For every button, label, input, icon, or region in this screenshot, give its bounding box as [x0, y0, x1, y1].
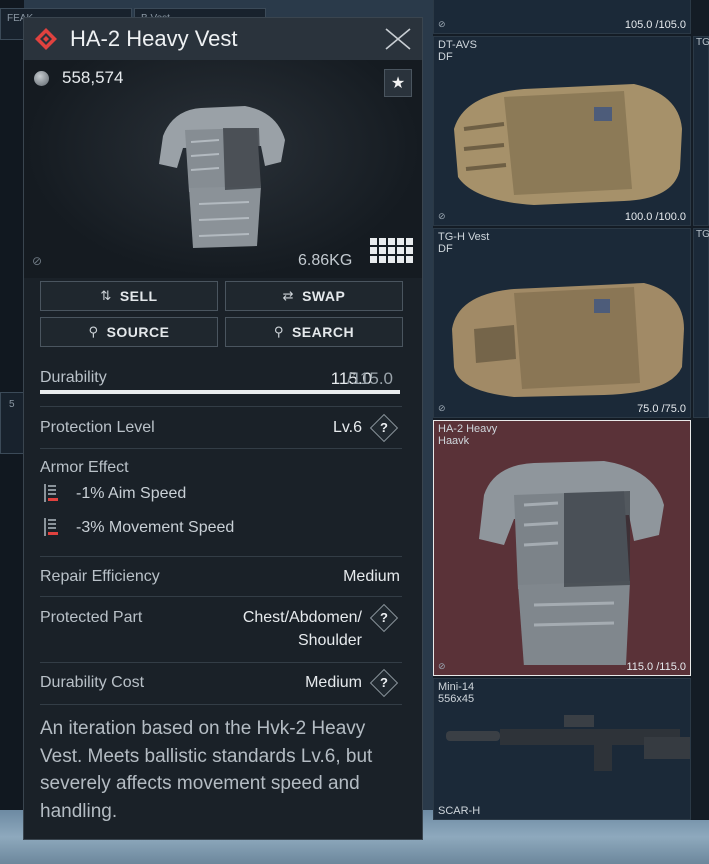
- inventory-item[interactable]: Mini-14 556x45 SCAR-H: [433, 678, 691, 820]
- protection-level-value: Lv.6: [332, 419, 362, 436]
- vest-thumbnail: [454, 84, 682, 205]
- durability-bar: [40, 390, 400, 394]
- divider: [40, 596, 402, 597]
- armor-effect-label: Armor Effect: [40, 459, 129, 476]
- divider: [40, 556, 402, 557]
- durability-label: Durability: [40, 369, 107, 386]
- inventory-item[interactable]: TG-H Vest DF ⊘ 75.0 /75.0: [433, 228, 691, 418]
- debuff-bars-icon: [44, 484, 58, 502]
- debuff-bars-icon: [44, 518, 58, 536]
- divider: [40, 406, 402, 407]
- edge-item-label: TG: [696, 229, 709, 240]
- background-count: 5: [9, 399, 15, 410]
- panel-header: HA-2 Heavy Vest: [24, 18, 422, 60]
- favorite-button[interactable]: ★: [384, 69, 412, 97]
- item-description: An iteration based on the Hvk-2 Heavy Ve…: [40, 718, 373, 822]
- inventory-edge-item[interactable]: TG: [693, 228, 709, 418]
- help-button[interactable]: ?: [369, 668, 399, 698]
- inventory-item[interactable]: DT-AVS DF ⊘ 100.0 /100.0: [433, 36, 691, 226]
- repair-efficiency-value: Medium: [343, 568, 400, 585]
- item-durability: 100.0 /100.0: [624, 211, 686, 223]
- armor-effect-item: -3% Movement Speed: [76, 519, 235, 536]
- close-icon[interactable]: [384, 25, 412, 53]
- coin-icon: [34, 71, 49, 86]
- item-name: TG-H Vest DF: [438, 231, 490, 255]
- help-button[interactable]: ?: [369, 603, 399, 633]
- heavy-vest-image: [159, 106, 285, 248]
- divider: [40, 704, 402, 705]
- magnifier-icon: ⚲: [273, 324, 284, 339]
- rifle-thumbnail: [446, 715, 690, 771]
- help-button[interactable]: ?: [369, 413, 399, 443]
- inventory-item-selected[interactable]: HA-2 Heavy Haavk ⊘ 115.0 /115.0: [433, 420, 691, 676]
- hide-icon: ⊘: [438, 661, 446, 671]
- durability-cost-label: Durability Cost: [40, 674, 145, 691]
- item-name: DT-AVS DF: [438, 39, 477, 63]
- red-diamond-icon: [35, 28, 57, 50]
- item-durability: 75.0 /75.0: [637, 403, 686, 415]
- divider: [40, 448, 402, 449]
- heavy-vest-thumbnail: [479, 461, 664, 665]
- item-title: HA-2 Heavy Vest: [70, 26, 238, 51]
- item-weight: 6.86KG: [298, 252, 353, 269]
- swap-button[interactable]: ⇄ SWAP: [225, 281, 403, 311]
- inventory-edge-item[interactable]: TG: [693, 36, 709, 226]
- item-detail-panel: HA-2 Heavy Vest 558,574 ★ ⊘ 6.86KG ⇅ SEL…: [23, 17, 423, 840]
- source-button[interactable]: ⚲ SOURCE: [40, 317, 218, 347]
- inventory-item[interactable]: ⊘ 105.0 /105.0: [433, 0, 691, 34]
- divider: [40, 662, 402, 663]
- protection-level-label: Protection Level: [40, 419, 155, 436]
- hide-icon: ⊘: [438, 403, 446, 413]
- sell-label: SELL: [119, 288, 158, 304]
- item-preview: 558,574 ★ ⊘ 6.86KG: [24, 60, 422, 278]
- swap-icon: ⇄: [282, 288, 295, 303]
- item-durability: 115.0 /115.0: [626, 661, 686, 673]
- star-icon: ★: [390, 75, 406, 92]
- repair-efficiency-label: Repair Efficiency: [40, 568, 160, 585]
- swap-label: SWAP: [302, 288, 346, 304]
- item-name: SCAR-H: [438, 805, 481, 817]
- durability-bar-fill: [40, 390, 400, 394]
- search-button[interactable]: ⚲ SEARCH: [225, 317, 403, 347]
- protected-part-value-line1: Chest/Abdomen/: [242, 609, 362, 626]
- hide-icon: ⊘: [438, 19, 446, 29]
- item-price: 558,574: [62, 68, 124, 87]
- grid-size-icon: [370, 238, 413, 263]
- magnifier-icon: ⚲: [88, 324, 99, 339]
- search-label: SEARCH: [291, 324, 355, 340]
- armor-effect-item: -1% Aim Speed: [76, 485, 187, 502]
- question-icon: ?: [380, 610, 388, 625]
- sell-icon: ⇅: [100, 288, 112, 303]
- question-icon: ?: [380, 675, 388, 690]
- item-name: Mini-14 556x45: [438, 681, 475, 705]
- question-icon: ?: [380, 420, 388, 435]
- edge-item-label: TG: [696, 37, 709, 48]
- hide-icon: ⊘: [438, 211, 446, 221]
- sell-button[interactable]: ⇅ SELL: [40, 281, 218, 311]
- inventory-grid: ⊘ 105.0 /105.0 DT-AVS DF ⊘ 100.0 /100.0 …: [433, 0, 709, 820]
- protected-part-value-line2: Shoulder: [297, 632, 362, 649]
- durability-max: /115.0: [347, 369, 394, 388]
- hide-icon[interactable]: ⊘: [32, 254, 42, 268]
- durability-cost-value: Medium: [305, 674, 362, 691]
- item-durability: 105.0 /105.0: [624, 19, 686, 31]
- source-label: SOURCE: [106, 324, 170, 340]
- protected-part-label: Protected Part: [40, 609, 143, 626]
- vest-thumbnail: [452, 283, 684, 397]
